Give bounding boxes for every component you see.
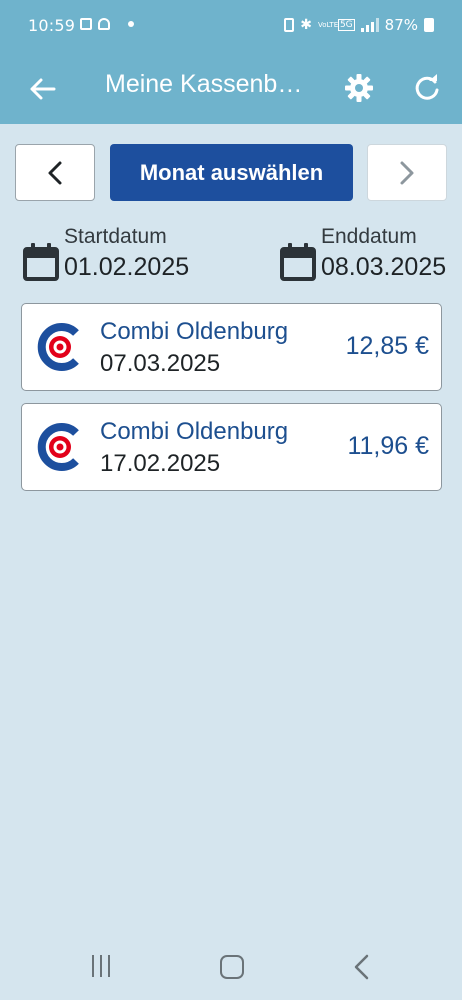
- receipt-amount: 12,85 €: [345, 332, 429, 360]
- start-date-label: Startdatum: [64, 225, 167, 248]
- store-name: Combi Oldenburg: [100, 318, 289, 345]
- store-name: Combi Oldenburg: [100, 418, 289, 445]
- status-time: 10:59: [28, 16, 76, 35]
- next-month-button[interactable]: [367, 144, 447, 201]
- refresh-icon[interactable]: [408, 69, 446, 107]
- calendar-icon: [280, 243, 316, 281]
- store-logo-icon: [37, 423, 79, 471]
- battery-saver-icon: [284, 18, 295, 32]
- chevron-right-icon: [400, 161, 414, 184]
- bluetooth-icon: ✱: [300, 17, 312, 33]
- home-icon[interactable]: [220, 955, 244, 979]
- notification-icons: [80, 18, 134, 30]
- receipt-date: 07.03.2025: [100, 350, 221, 377]
- signal-icon: [360, 18, 379, 32]
- status-right: ✱ VoLTE 5G 87%: [284, 16, 434, 34]
- calendar-icon: [23, 243, 59, 281]
- arrow-left-icon[interactable]: [24, 71, 60, 107]
- select-month-button[interactable]: Monat auswählen: [110, 144, 353, 201]
- receipt-date: 17.02.2025: [100, 450, 221, 477]
- app-bar: Meine Kassenbelege: [0, 55, 462, 124]
- more-notifications-icon: [128, 21, 134, 27]
- system-back-icon[interactable]: [350, 953, 374, 981]
- battery-percent: 87%: [384, 16, 418, 34]
- volte-badge: VoLTE: [317, 20, 339, 29]
- receipt-list-item[interactable]: Combi Oldenburg 07.03.2025 12,85 €: [21, 303, 442, 391]
- chevron-left-icon: [48, 161, 62, 184]
- system-navigation-bar: [0, 935, 462, 1000]
- end-date-value: 08.03.2025: [321, 253, 447, 281]
- gear-icon[interactable]: [340, 69, 378, 107]
- 5g-badge: 5G: [337, 19, 355, 31]
- store-logo-icon: [37, 323, 79, 371]
- start-date-value: 01.02.2025: [64, 253, 190, 281]
- page-title: Meine Kassenbelege: [105, 70, 305, 98]
- end-date-label: Enddatum: [321, 225, 417, 248]
- receipt-list-item[interactable]: Combi Oldenburg 17.02.2025 11,96 €: [21, 403, 442, 491]
- gallery-notification-icon: [80, 18, 92, 30]
- butterfly-notification-icon: [98, 18, 110, 30]
- recents-icon[interactable]: [88, 955, 114, 979]
- battery-icon: [424, 18, 434, 32]
- previous-month-button[interactable]: [15, 144, 95, 201]
- status-bar: 10:59 ✱ VoLTE 5G 87%: [0, 0, 462, 55]
- receipt-amount: 11,96 €: [347, 432, 429, 460]
